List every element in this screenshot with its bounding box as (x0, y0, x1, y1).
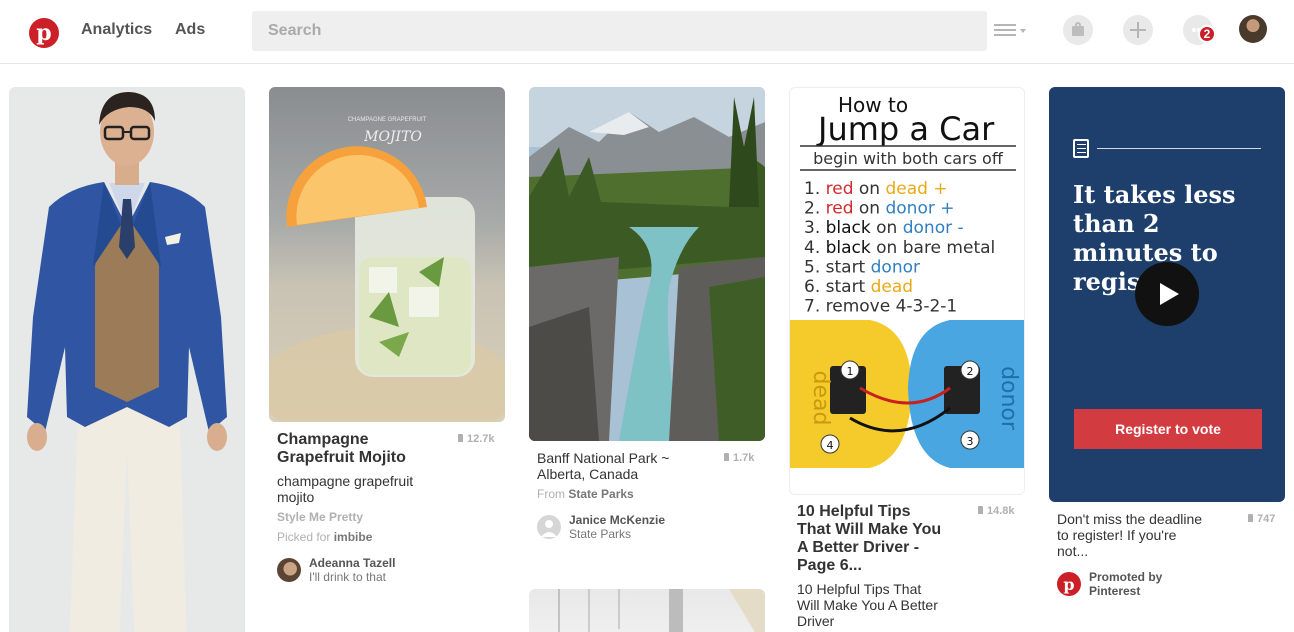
divider (1097, 148, 1261, 149)
pin-title-line: Champagne (277, 431, 369, 448)
shopping-bag-icon[interactable] (1063, 15, 1093, 45)
pin-image-interior[interactable] (529, 589, 765, 632)
infographic-step: 1. red on dead + (804, 179, 948, 199)
infographic-step: 5. start donor (804, 257, 920, 277)
pin-description: champagne grapefruit mojito (277, 473, 414, 505)
view-options-icon[interactable] (994, 22, 1028, 40)
default-user-icon (541, 520, 557, 537)
user-avatar[interactable] (537, 515, 561, 539)
board-name[interactable]: State Parks (569, 527, 631, 541)
pin-image-jump-car[interactable]: How to Jump a Car begin with both cars o… (789, 87, 1025, 495)
pinner-name[interactable]: Janice McKenzie (569, 513, 665, 527)
save-count: 14.8k (978, 505, 1015, 517)
notification-badge: 2 (1198, 25, 1216, 43)
interior-ceiling-illustration (558, 589, 765, 632)
pushpin-icon (1248, 514, 1253, 522)
pin-source[interactable]: From State Parks (537, 487, 634, 501)
nav-ads-link[interactable]: Ads (175, 21, 205, 39)
pin-description[interactable]: Don't miss the deadline to register! If … (1057, 511, 1227, 559)
pin-description: 10 Helpful Tips That Will Make You A Bet… (797, 581, 938, 629)
promoted-label: Promoted by (1089, 570, 1163, 584)
play-video-button[interactable] (1135, 262, 1199, 326)
svg-text:2: 2 (967, 365, 974, 378)
infographic-step: 7. remove 4-3-2-1 (804, 297, 957, 317)
top-header: p Analytics Ads 2 (0, 0, 1294, 64)
pushpin-icon (458, 434, 463, 442)
banff-landscape-illustration (529, 87, 765, 441)
profile-avatar[interactable] (1239, 15, 1267, 43)
register-to-vote-button[interactable]: Register to vote (1074, 409, 1262, 449)
pin-title[interactable]: Champagne Grapefruit Mojito (277, 431, 447, 467)
picked-for[interactable]: Picked for imbibe (277, 530, 372, 544)
pinterest-logo-icon[interactable]: p (29, 18, 59, 48)
pinner-name[interactable]: Adeanna Tazell (309, 556, 395, 570)
save-count: 747 (1248, 513, 1275, 525)
pin-image-banff[interactable] (529, 87, 765, 441)
infographic-step: 2. red on donor + (804, 199, 955, 219)
mojito-caption-script: MOJITO (363, 129, 422, 145)
pushpin-icon (724, 453, 729, 461)
nav-analytics-link[interactable]: Analytics (81, 21, 152, 39)
man-suit-illustration (27, 92, 227, 632)
save-count: 1.7k (724, 452, 754, 464)
pin-image-suit[interactable] (9, 87, 245, 632)
pin-title[interactable]: 10 Helpful Tips That Will Make You A Bet… (797, 503, 957, 575)
infographic-subtitle: begin with both cars off (813, 149, 1004, 168)
board-name[interactable]: I'll drink to that (309, 570, 386, 584)
jump-car-infographic: How to Jump a Car begin with both cars o… (790, 93, 1024, 468)
pushpin-icon (978, 506, 983, 514)
pin-source[interactable]: Style Me Pretty (277, 510, 363, 524)
infographic-step: 6. start dead (804, 277, 913, 297)
pinterest-logo-icon[interactable]: p (1057, 572, 1081, 596)
save-count: 12.7k (458, 433, 495, 445)
svg-text:4: 4 (827, 439, 834, 452)
promoter-name[interactable]: Pinterest (1089, 584, 1140, 598)
svg-text:3: 3 (967, 435, 974, 448)
infographic-title-2: Jump a Car (816, 110, 995, 148)
infographic-step: 4. black on bare metal (804, 238, 995, 258)
search-input[interactable] (252, 11, 987, 51)
infographic-steps: 1. red on dead +2. red on donor +3. blac… (804, 179, 995, 317)
car-label-dead: dead (808, 371, 833, 426)
checklist-icon (1073, 139, 1089, 158)
car-label-donor: donor (996, 366, 1021, 431)
pin-image-mojito[interactable]: CHAMPAGNE GRAPEFRUIT MOJITO (269, 87, 505, 422)
pin-title[interactable]: Banff National Park ~ Alberta, Canada (537, 450, 717, 482)
add-pin-icon[interactable] (1123, 15, 1153, 45)
mojito-glass-illustration: CHAMPAGNE GRAPEFRUIT MOJITO (269, 117, 505, 422)
mojito-caption-small: CHAMPAGNE GRAPEFRUIT (348, 117, 427, 123)
play-icon (1160, 283, 1179, 305)
user-avatar[interactable] (277, 558, 301, 582)
pin-title-line: Grapefruit Mojito (277, 449, 406, 466)
infographic-step: 3. black on donor - (804, 218, 964, 238)
svg-text:1: 1 (847, 365, 854, 378)
